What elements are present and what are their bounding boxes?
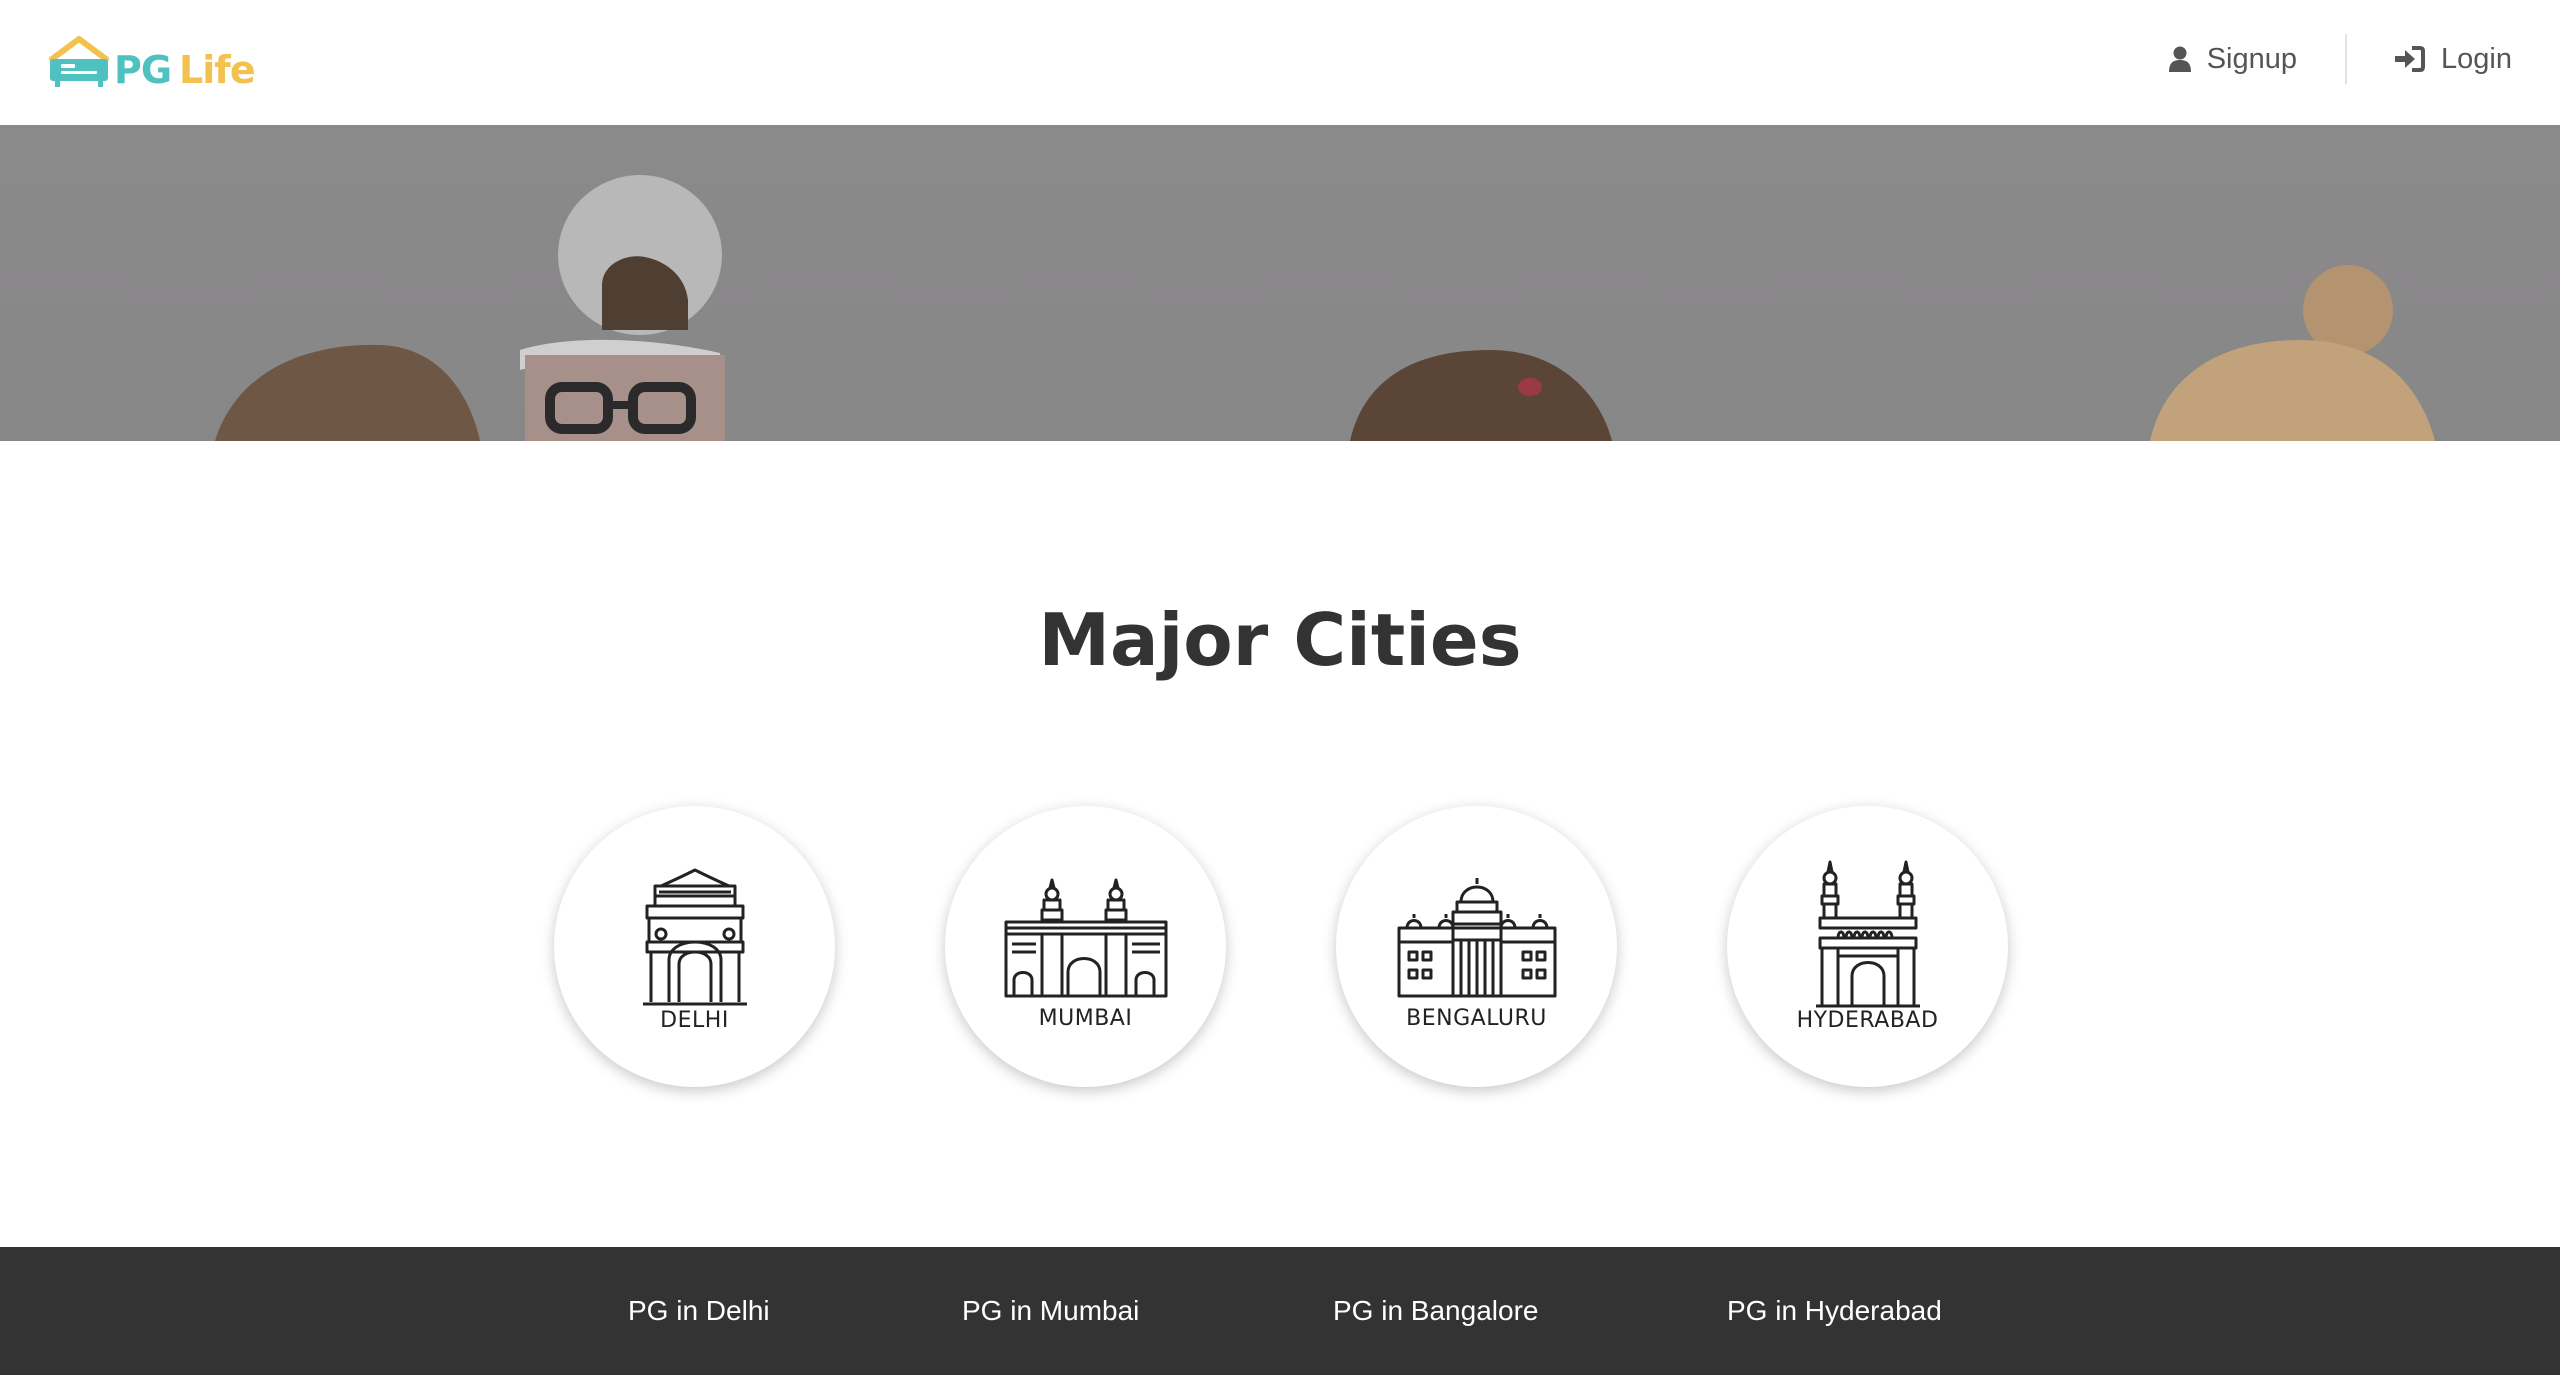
footer: PG in Delhi PG in Mumbai PG in Bangalore… [0,1247,2560,1375]
vidhana-soudha-icon [1397,878,1556,998]
header: PG Life Signup Login [0,0,2560,125]
city-name: DELHI [660,1008,729,1033]
logo-house-icon [49,36,109,87]
sign-in-icon [2395,46,2426,72]
city-name: HYDERABAD [1796,1008,1939,1033]
top-nav: Signup Login [2168,34,2512,84]
city-name: MUMBAI [1038,1006,1133,1031]
logo-text-life: Life [179,48,256,92]
footer-link-delhi[interactable]: PG in Delhi [628,1295,770,1327]
city-card-mumbai[interactable]: MUMBAI [945,806,1226,1087]
nav-divider [2345,34,2348,84]
india-gate-icon [642,868,747,1006]
logo-text-pg: PG [114,48,172,92]
user-icon [2168,46,2191,72]
city-card-bengaluru[interactable]: BENGALURU [1336,806,1617,1087]
section-title: Major Cities [1038,598,1522,682]
signup-label: Signup [2206,42,2298,75]
footer-link-bangalore[interactable]: PG in Bangalore [1333,1295,1538,1327]
hero-banner [0,125,2560,441]
city-name: BENGALURU [1406,1006,1547,1031]
charminar-icon [1815,860,1920,1008]
city-card-hyderabad[interactable]: HYDERABAD [1727,806,2008,1087]
footer-link-hyderabad[interactable]: PG in Hyderabad [1727,1295,1942,1327]
gateway-of-india-icon [1004,878,1167,998]
login-link[interactable]: Login [2395,43,2512,76]
logo[interactable]: PG Life [46,33,256,92]
city-card-delhi[interactable]: DELHI [554,806,835,1087]
banner-photo [215,175,2435,441]
signup-link[interactable]: Signup [2168,42,2298,76]
footer-link-mumbai[interactable]: PG in Mumbai [962,1295,1139,1327]
login-label: Login [2441,42,2512,75]
